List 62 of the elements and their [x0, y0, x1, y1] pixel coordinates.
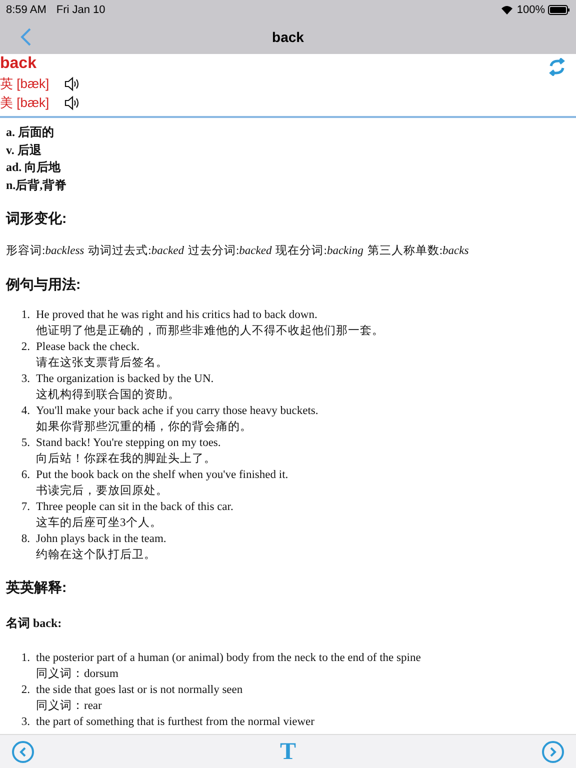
- example-sentence: Stand back! You're stepping on my toes.: [36, 436, 221, 452]
- status-time: 8:59 AM: [6, 2, 46, 18]
- pronunciation: 英 [bæk]: [0, 74, 50, 93]
- chevron-left-icon[interactable]: [19, 746, 27, 756]
- example-translation: 请在这张支票背后签名。: [36, 355, 168, 372]
- item-number: 1.: [20, 651, 31, 666]
- pronunciation: 美 [bæk]: [0, 94, 50, 112]
- example-translation: 向后站！你踩在我的脚趾头上了。: [36, 452, 216, 468]
- inflection: 现在分词:backing: [276, 244, 364, 259]
- inflection: 第三人称单数:backs: [367, 244, 469, 259]
- inflection: 过去分词:backed: [188, 244, 272, 259]
- example-translation: 他证明了他是正确的，而那些非难他的人不得不收起他们那一套。: [36, 324, 384, 340]
- item-number: 8.: [20, 532, 31, 548]
- item-number: 5.: [20, 436, 31, 452]
- headword: back: [0, 54, 36, 74]
- example-sentence: He proved that he was right and his critics had to back down.: [36, 308, 318, 324]
- item-number: 1.: [20, 308, 31, 324]
- example-sentence: The organization is backed by the UN.: [36, 372, 214, 388]
- example-translation: 约翰在这个队打后卫。: [36, 547, 156, 564]
- item-number: 2.: [20, 683, 31, 698]
- example-sentence: Three people can sit in the back of this car.: [36, 500, 234, 516]
- inflection: 形容词:backless: [6, 243, 84, 259]
- item-number: 6.: [20, 468, 31, 484]
- chevron-right-icon[interactable]: [548, 746, 557, 756]
- item-number: 7.: [20, 500, 31, 516]
- item-number: 3.: [20, 715, 31, 730]
- example-sentence: John plays back in the team.: [36, 532, 166, 548]
- item-number: 3.: [20, 372, 31, 388]
- example-translation: 书读完后，要放回原处。: [36, 483, 168, 500]
- meaning-line: a. 后面的: [6, 124, 54, 141]
- battery-icon: [548, 5, 570, 15]
- example-sentence: Please back the check.: [36, 340, 140, 356]
- example-sentence: You'll make your back ache if you carry those heavy buckets.: [36, 404, 318, 420]
- example-translation: 这车的后座可坐3个人。: [36, 515, 162, 532]
- meaning-line: n.后背,背脊: [6, 176, 67, 194]
- example-translation: 这机构得到联合国的资助。: [36, 387, 180, 404]
- example-translation: 如果你背那些沉重的桶，你的背会痛的。: [36, 420, 252, 436]
- section-heading: 英英解释:: [6, 578, 67, 598]
- part-of-speech-heading: 名词 back:: [6, 615, 62, 632]
- item-number: 4.: [20, 404, 31, 420]
- refresh-icon[interactable]: [548, 58, 566, 76]
- next-button[interactable]: [542, 740, 564, 762]
- wifi-icon: [500, 5, 513, 15]
- example-sentence: Put the book back on the shelf when you've finished it.: [36, 468, 288, 484]
- synonym-text: 同义词：rear: [36, 698, 102, 714]
- meaning-line: v. 后退: [6, 142, 42, 158]
- definition-text: the part of something that is furthest from the normal viewer: [36, 715, 314, 730]
- nav-title: back: [272, 28, 304, 46]
- speaker-icon[interactable]: [64, 76, 80, 92]
- definition-text: the side that goes last or is not normally seen: [36, 683, 243, 698]
- section-heading: 例句与用法:: [6, 275, 81, 294]
- font-size-button[interactable]: T: [280, 740, 296, 764]
- item-number: 2.: [20, 340, 31, 356]
- section-heading: 词形变化:: [6, 209, 67, 228]
- inflection: 动词过去式:backed: [88, 244, 184, 259]
- battery-percent: 100%: [516, 2, 545, 18]
- synonym-text: 同义词：dorsum: [36, 666, 118, 682]
- status-date: Fri Jan 10: [56, 2, 106, 18]
- definition-text: the posterior part of a human (or animal) body from the neck to the end of the spine: [36, 651, 421, 666]
- speaker-icon[interactable]: [64, 94, 80, 110]
- meaning-line: ad. 向后地: [6, 159, 61, 176]
- previous-button[interactable]: [12, 740, 34, 762]
